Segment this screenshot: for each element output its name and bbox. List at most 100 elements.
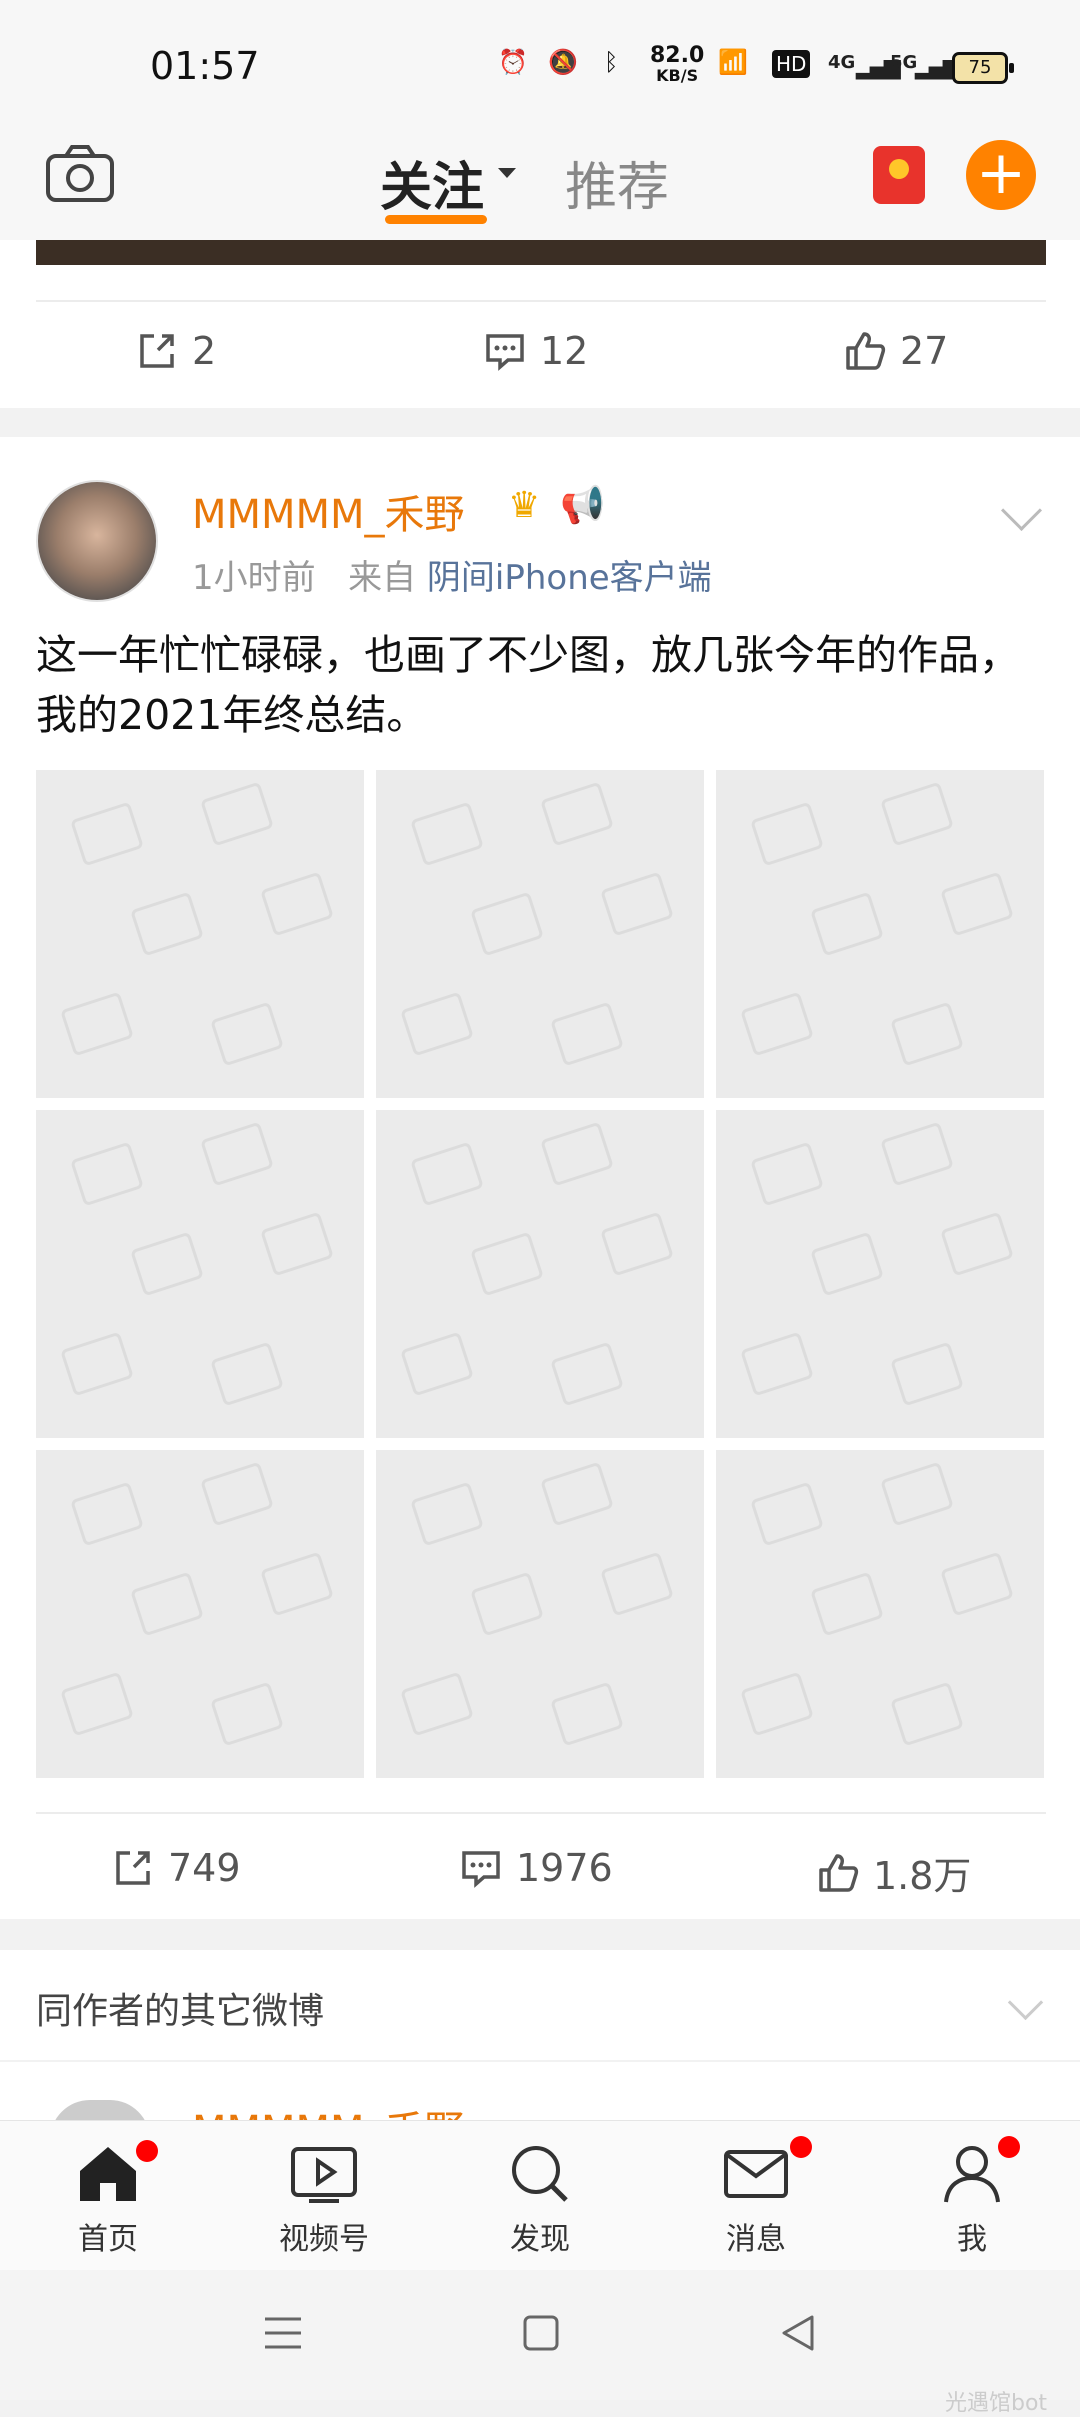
image-placeholder[interactable] <box>716 1110 1044 1438</box>
tab-me[interactable]: 我 <box>902 2136 1042 2258</box>
image-watermark-icon <box>60 991 134 1057</box>
back-icon[interactable] <box>780 2313 816 2357</box>
image-watermark-icon <box>740 1671 814 1737</box>
avatar[interactable] <box>36 480 158 602</box>
camera-icon[interactable] <box>44 142 116 204</box>
image-watermark-icon <box>740 1331 814 1397</box>
active-tab-indicator <box>385 215 487 224</box>
bluetooth-icon: ᛒ <box>604 48 619 76</box>
image-watermark-icon <box>540 781 614 847</box>
image-watermark-icon <box>880 1461 954 1527</box>
image-watermark-icon <box>540 1461 614 1527</box>
previous-post-card <box>0 240 1080 408</box>
like-button[interactable]: 1.8万 <box>815 1845 971 1900</box>
network-speed: 82.0 KB/S <box>650 43 705 86</box>
image-watermark-icon <box>880 781 954 847</box>
home-icon <box>80 2147 136 2201</box>
image-watermark-icon <box>880 1121 954 1187</box>
like-button[interactable]: 27 <box>842 328 948 374</box>
image-watermark-icon <box>810 1571 884 1637</box>
image-watermark-icon <box>70 801 144 867</box>
image-watermark-icon <box>400 991 474 1057</box>
image-watermark-icon <box>260 1551 334 1617</box>
image-watermark-icon <box>550 1001 624 1067</box>
share-button[interactable]: 2 <box>134 328 216 374</box>
image-watermark-icon <box>470 1571 544 1637</box>
image-watermark-icon <box>400 1671 474 1737</box>
image-watermark-icon <box>260 871 334 937</box>
notification-dot <box>998 2136 1020 2158</box>
image-watermark-icon <box>410 1481 484 1547</box>
red-packet-icon[interactable] <box>873 146 925 204</box>
image-placeholder[interactable] <box>716 770 1044 1098</box>
more-from-author-title: 同作者的其它微博 <box>36 1991 325 2032</box>
image-watermark-icon <box>200 1461 274 1527</box>
thumbs-up-icon <box>846 332 886 370</box>
image-watermark-icon <box>940 1551 1014 1617</box>
image-watermark-icon <box>740 991 814 1057</box>
signal-bars-icon: ▂▄▆ <box>915 55 960 80</box>
image-watermark-icon <box>260 1211 334 1277</box>
video-icon <box>291 2147 357 2203</box>
image-watermark-icon <box>200 1121 274 1187</box>
image-watermark-icon <box>70 1481 144 1547</box>
hd-badge: HD <box>772 50 811 78</box>
image-watermark-icon <box>210 1001 284 1067</box>
image-watermark-icon <box>470 1231 544 1297</box>
comment-button[interactable]: 1976 <box>458 1845 613 1891</box>
image-placeholder[interactable] <box>376 770 704 1098</box>
battery-icon: 75 <box>952 52 1014 84</box>
signal-4g: 4G <box>828 52 856 73</box>
comment-button[interactable]: 12 <box>482 328 588 374</box>
watermark: 光遇馆bot <box>945 2391 1048 2416</box>
tab-discover[interactable]: 发现 <box>470 2140 610 2258</box>
home-square-icon[interactable] <box>523 2315 559 2355</box>
share-icon <box>116 1851 150 1885</box>
comment-icon <box>486 334 524 371</box>
share-button[interactable]: 749 <box>110 1845 241 1891</box>
image-watermark-icon <box>600 1211 674 1277</box>
tab-messages[interactable]: 消息 <box>686 2136 826 2258</box>
crown-icon: ♛ <box>508 485 541 526</box>
image-watermark-icon <box>890 1341 964 1407</box>
image-watermark-icon <box>550 1341 624 1407</box>
image-watermark-icon <box>550 1681 624 1747</box>
image-placeholder[interactable] <box>36 770 364 1098</box>
image-watermark-icon <box>600 871 674 937</box>
post-meta: 1小时前 来自 阴间iPhone客户端 <box>192 550 712 599</box>
mail-icon <box>724 2150 788 2198</box>
image-watermark-icon <box>540 1121 614 1187</box>
post-from-label: 来自 <box>348 558 417 598</box>
image-watermark-icon <box>400 1331 474 1397</box>
comment-icon <box>462 1851 500 1888</box>
post-username[interactable]: MMMMM_禾野 <box>192 482 465 540</box>
tab-follow[interactable]: 关注 <box>380 145 484 220</box>
image-watermark-icon <box>810 1231 884 1297</box>
image-placeholder[interactable] <box>376 1450 704 1778</box>
tab-home[interactable]: 首页 <box>38 2140 178 2258</box>
image-placeholder[interactable] <box>36 1110 364 1438</box>
dropdown-caret-icon[interactable] <box>498 168 516 178</box>
thumbs-up-icon <box>819 1853 859 1892</box>
image-placeholder[interactable] <box>716 1450 1044 1778</box>
previous-post-image[interactable] <box>36 240 1046 265</box>
image-watermark-icon <box>470 891 544 957</box>
signal-5g: 5G <box>890 52 918 73</box>
megaphone-icon: 📢 <box>560 485 605 526</box>
post-time: 1小时前 <box>192 558 316 598</box>
divider <box>36 300 1046 302</box>
image-watermark-icon <box>130 1231 204 1297</box>
image-watermark-icon <box>410 1141 484 1207</box>
image-placeholder[interactable] <box>36 1450 364 1778</box>
menu-icon[interactable] <box>263 2315 303 2355</box>
image-watermark-icon <box>750 1481 824 1547</box>
tab-recommend[interactable]: 推荐 <box>565 145 669 220</box>
image-watermark-icon <box>940 1211 1014 1277</box>
compose-plus-button[interactable]: + <box>966 140 1036 210</box>
post-source-link[interactable]: 阴间iPhone客户端 <box>427 558 712 598</box>
image-placeholder[interactable] <box>376 1110 704 1438</box>
tab-video[interactable]: 视频号 <box>254 2140 394 2258</box>
alarm-icon: ⏰ <box>498 48 528 76</box>
notification-dot <box>136 2140 158 2162</box>
status-time: 01:57 <box>150 44 260 88</box>
